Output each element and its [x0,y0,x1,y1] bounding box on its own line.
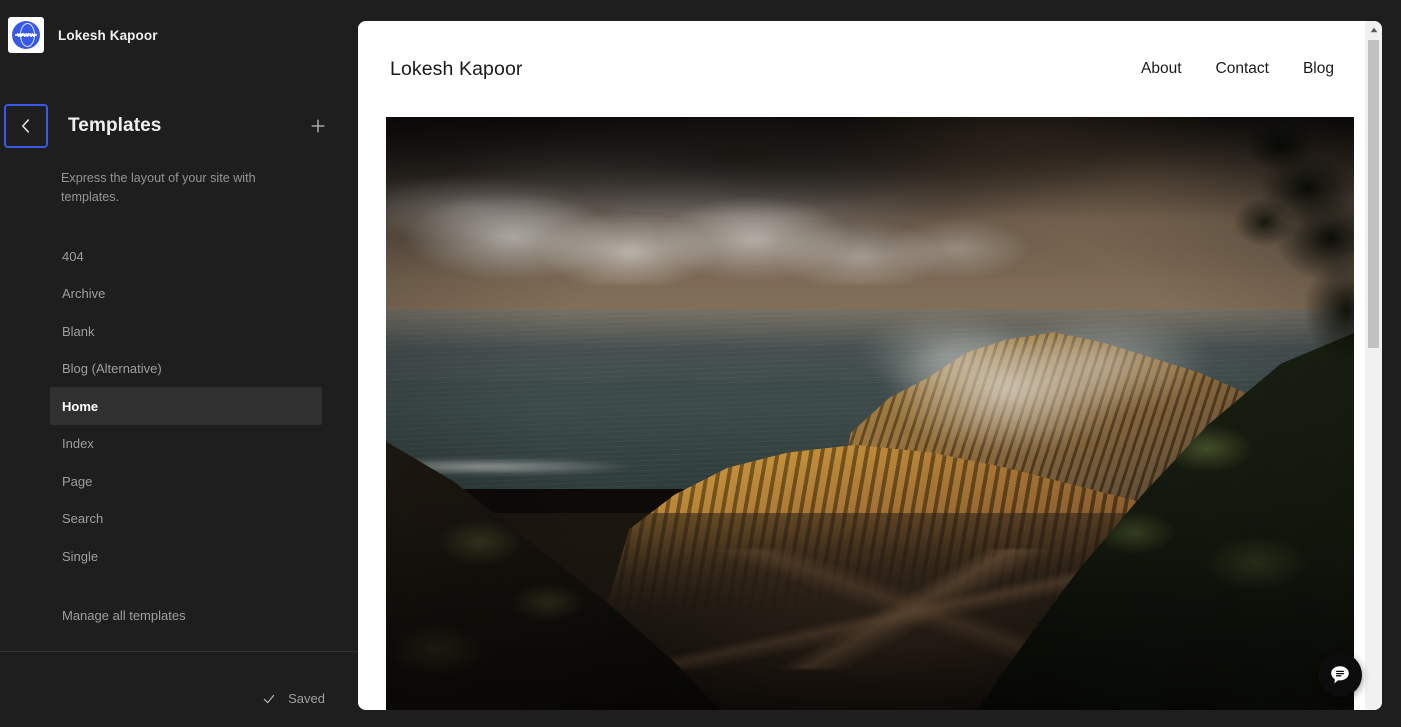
nav-link-blog[interactable]: Blog [1303,60,1334,78]
plus-icon [311,119,325,133]
template-item-home[interactable]: Home [50,387,322,425]
template-item-page[interactable]: Page [50,462,322,500]
chat-button[interactable] [1318,653,1362,697]
template-label: Home [62,398,99,414]
manage-all-templates-link[interactable]: Manage all templates [62,608,186,623]
chat-bubble-icon [1331,666,1349,684]
template-item-index[interactable]: Index [50,425,322,463]
page-title: Templates [68,115,162,136]
site-hub-button[interactable]: www Lokesh Kapoor [0,0,358,60]
template-label: Index [62,436,94,452]
back-button[interactable] [6,106,46,146]
panel-header: Templates [0,104,358,148]
template-item-blog-alternative[interactable]: Blog (Alternative) [50,350,322,388]
template-label: Page [62,473,93,489]
template-label: Blog (Alternative) [62,361,162,377]
hero-tree-layer [1160,117,1354,393]
template-item-archive[interactable]: Archive [50,275,322,313]
globe-www-text: www [16,30,36,39]
hero-image[interactable] [386,117,1354,710]
site-nav: About Contact Blog [1141,60,1334,78]
nav-link-about[interactable]: About [1141,60,1182,78]
template-label: Blank [62,323,95,339]
site-preview-canvas[interactable]: Lokesh Kapoor About Contact Blog [358,21,1382,710]
template-item-single[interactable]: Single [50,537,322,575]
site-icon: www [8,17,44,53]
save-status-button[interactable]: Saved [261,691,325,707]
site-brand: Lokesh Kapoor [390,57,523,80]
templates-list: 404 Archive Blank Blog (Alternative) Hom… [0,237,358,575]
template-item-blank[interactable]: Blank [50,312,322,350]
preview-scrollbar[interactable] [1365,21,1382,710]
sidebar-footer: Saved [0,651,358,727]
save-status-label: Saved [288,691,325,706]
nav-link-contact[interactable]: Contact [1216,60,1269,78]
site-preview-frame: Lokesh Kapoor About Contact Blog [358,21,1382,710]
site-title: Lokesh Kapoor [58,27,158,43]
add-template-button[interactable] [302,110,334,142]
globe-www-icon: www [12,21,40,49]
template-label: 404 [62,248,84,264]
template-label: Search [62,511,104,527]
template-label: Single [62,548,99,564]
site-header: Lokesh Kapoor About Contact Blog [358,21,1382,117]
chevron-left-icon [22,119,30,133]
template-item-search[interactable]: Search [50,500,322,538]
scrollbar-up-button[interactable] [1365,21,1382,38]
scrollbar-thumb[interactable] [1368,40,1379,348]
triangle-up-icon [1370,27,1377,32]
panel-description: Express the layout of your site with tem… [61,171,256,205]
template-label: Archive [62,286,106,302]
check-icon [263,694,275,703]
site-editor-app: www Lokesh Kapoor Templates Express the … [0,0,1401,727]
template-item-404[interactable]: 404 [50,237,322,275]
editor-sidebar: www Lokesh Kapoor Templates Express the … [0,0,358,727]
